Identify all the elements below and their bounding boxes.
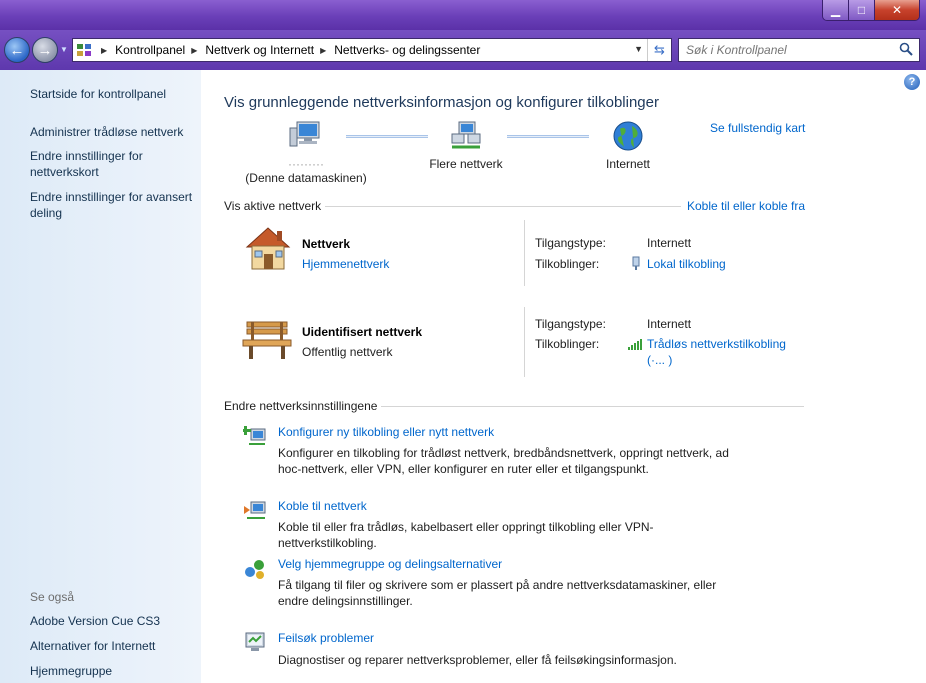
control-panel-icon — [73, 39, 95, 61]
see-also-internet-options[interactable]: Alternativer for Internett — [30, 638, 195, 654]
troubleshoot-link[interactable]: Feilsøk problemer — [278, 631, 374, 645]
arrow-right-icon: → — [37, 41, 53, 59]
map-node-internet[interactable]: Internett — [593, 120, 663, 171]
access-type-label: Tilgangstype: — [535, 317, 606, 331]
chevron-right-icon[interactable]: ▶ — [101, 46, 107, 55]
multiple-networks-icon — [451, 121, 481, 149]
minimize-button[interactable]: ▁ — [823, 0, 849, 20]
setup-new-connection-desc: Konfigurer en tilkobling for trådløst ne… — [278, 446, 729, 476]
globe-icon — [613, 121, 643, 151]
search-icon[interactable] — [899, 42, 913, 56]
chevron-right-icon[interactable]: ▶ — [191, 46, 197, 55]
see-also-heading: Se også — [30, 590, 75, 604]
homegroup-sharing-desc: Få tilgang til filer og skrivere som er … — [278, 578, 717, 608]
forward-button[interactable]: → — [32, 37, 58, 63]
active-networks-heading: Vis aktive nettverk — [224, 199, 322, 213]
network-name: Uidentifisert nettverk — [302, 325, 423, 339]
navigation-bar: ← → ▼ ▶ Kontrollpanel ▶ Nettverk og Inte… — [0, 30, 926, 70]
maximize-button[interactable]: □ — [849, 0, 875, 20]
access-type-value: Internett — [647, 317, 692, 331]
access-type-label: Tilgangstype: — [535, 236, 606, 250]
computer-icon — [289, 121, 320, 147]
sidebar-link-advanced-sharing[interactable]: Endre innstillinger for avansert deling — [30, 189, 195, 221]
access-type-value: Internett — [647, 236, 692, 250]
sidebar: Startside for kontrollpanel Administrer … — [0, 70, 201, 683]
divider — [381, 406, 804, 407]
connect-to-network-link[interactable]: Koble til nettverk — [278, 499, 367, 513]
troubleshoot-icon — [245, 632, 265, 651]
see-also-homegroup[interactable]: Hjemmegruppe — [30, 663, 195, 679]
breadcrumb-kontrollpanel[interactable]: Kontrollpanel — [115, 43, 185, 57]
wireless-connection-ssid[interactable]: (·... ) — [647, 353, 672, 367]
chevron-right-icon[interactable]: ▶ — [320, 46, 326, 55]
breadcrumb-nettverk-og-internett[interactable]: Nettverk og Internett — [205, 43, 314, 57]
network-name: Nettverk — [302, 237, 351, 251]
troubleshoot-desc: Diagnostiser og reparer nettverksproblem… — [278, 653, 677, 667]
refresh-button[interactable]: ⇆ — [647, 39, 671, 61]
sidebar-link-manage-wireless[interactable]: Administrer trådløse nettverk — [30, 124, 195, 140]
address-bar[interactable]: ▶ Kontrollpanel ▶ Nettverk og Internett … — [72, 38, 672, 62]
divider — [325, 206, 681, 207]
page-title: Vis grunnleggende nettverksinformasjon o… — [224, 94, 659, 111]
multiple-networks-label: Flere nettverk — [429, 157, 503, 171]
title-bar: ▁ □ ✕ — [0, 0, 926, 30]
map-node-this-computer: ········· (Denne datamaskinen) — [231, 120, 381, 185]
divider — [524, 307, 525, 377]
new-connection-icon — [243, 426, 266, 445]
refresh-icon: ⇆ — [654, 42, 665, 57]
close-button[interactable]: ✕ — [875, 0, 919, 20]
main-content: ? Vis grunnleggende nettverksinformasjon… — [201, 70, 926, 683]
local-connection-link[interactable]: Lokal tilkobling — [647, 257, 726, 271]
homegroup-icon — [245, 560, 264, 579]
ethernet-icon — [632, 256, 640, 270]
see-also-adobe-version-cue[interactable]: Adobe Version Cue CS3 — [30, 613, 195, 629]
setup-new-connection-link[interactable]: Konfigurer ny tilkobling eller nytt nett… — [278, 425, 494, 439]
wireless-signal-icon — [628, 339, 642, 350]
connections-label: Tilkoblinger: — [535, 337, 600, 351]
address-dropdown-icon[interactable]: ▼ — [634, 44, 643, 54]
bench-icon — [242, 321, 292, 359]
internet-label: Internett — [605, 157, 651, 171]
change-settings-heading: Endre nettverksinnstillingene — [224, 399, 378, 413]
back-button[interactable]: ← — [4, 37, 30, 63]
search-box[interactable] — [678, 38, 920, 62]
computer-name: ········· — [288, 157, 324, 171]
breadcrumb-nettverks-og-delingssenter[interactable]: Nettverks- og delingssenter — [334, 43, 480, 57]
connect-network-icon — [244, 501, 266, 519]
wireless-connection-link[interactable]: Trådløs nettverkstilkobling — [647, 337, 786, 351]
homegroup-sharing-link[interactable]: Velg hjemmegruppe og delingsalternativer — [278, 557, 502, 571]
network-type: Offentlig nettverk — [302, 345, 393, 359]
map-connector — [346, 135, 428, 138]
search-input[interactable] — [686, 43, 886, 57]
connect-to-network-desc: Koble til eller fra trådløs, kabelbasert… — [278, 520, 654, 550]
connections-label: Tilkoblinger: — [535, 257, 600, 271]
caption-buttons: ▁ □ ✕ — [822, 0, 920, 21]
see-full-map-link[interactable]: Se fullstendig kart — [710, 121, 805, 135]
help-icon[interactable]: ? — [904, 74, 920, 90]
recent-pages-dropdown[interactable]: ▼ — [60, 45, 68, 54]
breadcrumb: ▶ Kontrollpanel ▶ Nettverk og Internett … — [95, 43, 480, 57]
network-type-link[interactable]: Hjemmenettverk — [302, 257, 389, 271]
this-computer-label: (Denne datamaskinen) — [245, 171, 367, 185]
connect-disconnect-link[interactable]: Koble til eller koble fra — [687, 199, 805, 213]
divider — [524, 220, 525, 286]
arrow-left-icon: ← — [9, 41, 25, 59]
map-connector — [507, 135, 589, 138]
map-node-multiple-networks[interactable]: Flere nettverk — [421, 120, 511, 171]
sidebar-link-adapter-settings[interactable]: Endre innstillinger for nettverkskort — [30, 148, 195, 180]
home-network-icon — [245, 227, 291, 270]
sidebar-link-control-panel-home[interactable]: Startside for kontrollpanel — [30, 86, 195, 102]
